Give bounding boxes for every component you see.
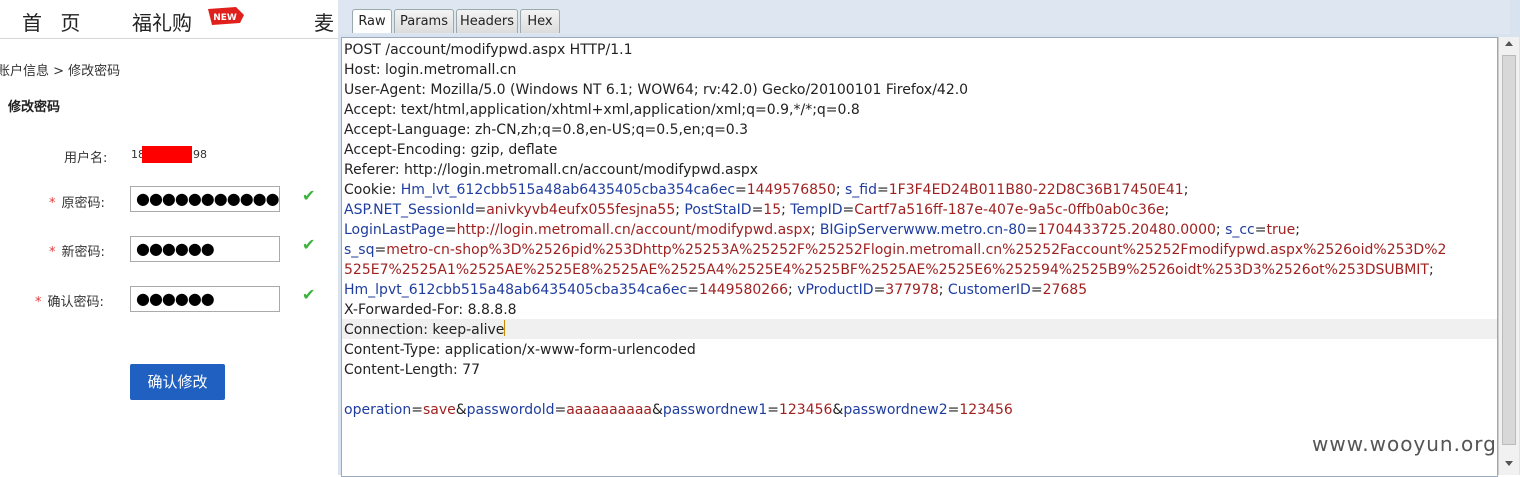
watermark: www.wooyun.org [1312,432,1497,456]
text-caret [504,320,506,336]
cookie-name: LoginLastPage [344,222,445,238]
header-x-forwarded-for: X-Forwarded-For: 8.8.8.8 [344,302,517,318]
new-password-label-text: 新密码: [61,245,105,260]
header-cookie-line-6: Hm_lpvt_612cbb515a48ab6435405cba354ca6ec… [344,282,1088,298]
old-password-check-icon: ✔ [302,186,316,205]
header-cookie-line-3: LoginLastPage=http://login.metromall.cn/… [344,222,1300,238]
cookie-name: TempID [790,202,843,218]
cookie-name: s_fid [845,182,878,198]
nav-more-link[interactable]: 麦 [314,7,334,36]
param-value: 123456 [959,402,1013,418]
scrollbar-thumb[interactable] [1502,55,1516,445]
new-badge-label: NEW [213,13,237,23]
request-text: POST /account/modifypwd.aspx HTTP/1.1 Ho… [344,40,1494,420]
username-redaction [142,146,192,163]
new-badge-icon: NEW [208,7,244,25]
tab-params[interactable]: Params [394,9,454,33]
cookie-name: vProductID [797,282,874,298]
new-password-label: * 新密码: [49,241,105,260]
header-cookie-line-5: 525E7%2525A1%2525AE%2525E8%2525AE%2525A4… [344,262,1434,278]
tab-raw[interactable]: Raw [352,9,392,33]
cookie-name: PostStaID [684,202,752,218]
tab-hex[interactable]: Hex [520,9,560,33]
page-title: 修改密码 [8,100,61,115]
nav-home-link[interactable]: 首 页 [22,7,86,36]
cookie-value: 1F3F4ED24B011B80-22D8C36B17450E41 [888,182,1184,198]
cookie-name: BIGipServerwww.metro.cn-80 [819,222,1027,238]
cookie-value: 1449576850 [746,182,836,198]
header-accept-encoding: Accept-Encoding: gzip, deflate [344,142,558,158]
param-value: 123456 [778,402,833,418]
cookie-value: Cartf7a516ff-187e-407e-9a5c-0ffb0ab0c36e [854,202,1165,218]
param-value: save [422,402,456,418]
confirm-change-button[interactable]: 确认修改 [130,364,225,400]
confirm-password-label-text: 确认密码: [47,295,104,310]
top-nav: 首 页 福礼购 NEW 麦 [0,0,338,39]
header-referer: Referer: http://login.metromall.cn/accou… [344,162,759,178]
cookie-value: anivkyvb4eufx055fesjna55 [486,202,676,218]
header-user-agent: User-Agent: Mozilla/5.0 (Windows NT 6.1;… [344,82,969,98]
cookie-name: Hm_lpvt_612cbb515a48ab6435405cba354ca6ec [344,282,688,298]
header-accept: Accept: text/html,application/xhtml+xml,… [344,102,860,118]
param-name: passwordold [466,402,555,418]
header-connection-text: Connection: keep-alive [344,322,505,338]
required-mark: * [35,295,42,310]
web-page-pane: 首 页 福礼购 NEW 麦 账户信息 > 修改密码 修改密码 用户名: 18 9… [0,0,338,475]
breadcrumb: 账户信息 > 修改密码 [0,64,121,79]
old-password-label-text: 原密码: [61,196,105,211]
cookie-value: http://login.metromall.cn/account/modify… [456,222,811,238]
header-cookie-line-2: ASP.NET_SessionId=anivkyvb4eufx055fesjna… [344,202,1170,218]
cookie-value: 1449580266 [698,282,789,298]
cookie-value: true [1266,222,1296,238]
scroll-down-icon[interactable] [1505,461,1513,466]
cookie-value: 525E7%2525A1%2525AE%2525E8%2525AE%2525A4… [344,262,1429,278]
raw-request-editor[interactable]: POST /account/modifypwd.aspx HTTP/1.1 Ho… [341,37,1498,477]
required-mark: * [49,245,56,260]
header-connection: Connection: keep-alive [344,320,1494,340]
new-password-field[interactable]: ●●●●●● [130,236,280,262]
tab-headers[interactable]: Headers [456,9,518,33]
cookie-value: 377978 [885,282,939,298]
cookie-value: 27685 [1042,282,1088,298]
header-cookie-line-1: Cookie: Hm_lvt_612cbb515a48ab6435405cba3… [344,182,1189,198]
cookie-label: Cookie: [344,182,401,198]
vertical-scrollbar[interactable] [1498,37,1519,475]
confirm-password-label: * 确认密码: [35,291,104,310]
param-name: operation [344,402,412,418]
header-content-type: Content-Type: application/x-www-form-url… [344,342,696,358]
username-suffix: 98 [193,148,207,161]
new-password-check-icon: ✔ [302,235,316,254]
cookie-name: s_sq [344,242,375,258]
cookie-value: 15 [763,202,782,218]
param-name: passwordnew1 [662,402,768,418]
old-password-field[interactable]: ●●●●●●●●●●● [130,186,280,212]
header-cookie-line-4: s_sq=metro-cn-shop%3D%2526pid%253Dhttp%2… [344,242,1447,258]
scroll-up-icon[interactable] [1505,41,1513,46]
request-viewer-pane: Raw Params Headers Hex POST /account/mod… [338,0,1520,477]
old-password-label: * 原密码: [49,192,105,211]
param-name: passwordnew2 [843,402,948,418]
request-body: operation=save&passwordold=aaaaaaaaaa&pa… [344,402,1013,418]
cookie-value: metro-cn-shop%3D%2526pid%253Dhttp%25253A… [386,242,1447,258]
header-host: Host: login.metromall.cn [344,62,517,78]
username-label: 用户名: [64,151,108,166]
viewer-tab-bar: Raw Params Headers Hex [338,0,1510,34]
nav-gift-link[interactable]: 福礼购 [132,7,192,36]
cookie-name: Hm_lvt_612cbb515a48ab6435405cba354ca6ec [400,182,736,198]
confirm-password-field[interactable]: ●●●●●● [130,286,280,312]
required-mark: * [49,196,56,211]
cookie-value: 1704433725.20480.0000 [1037,222,1216,238]
cookie-name: s_cc [1225,222,1255,238]
cookie-name: CustomerID [947,282,1031,298]
param-value: aaaaaaaaaa [566,402,652,418]
header-accept-language: Accept-Language: zh-CN,zh;q=0.8,en-US;q=… [344,122,749,138]
confirm-password-check-icon: ✔ [302,285,316,304]
header-content-length: Content-Length: 77 [344,362,481,378]
cookie-name: ASP.NET_SessionId [344,202,475,218]
request-line: POST /account/modifypwd.aspx HTTP/1.1 [344,42,633,58]
